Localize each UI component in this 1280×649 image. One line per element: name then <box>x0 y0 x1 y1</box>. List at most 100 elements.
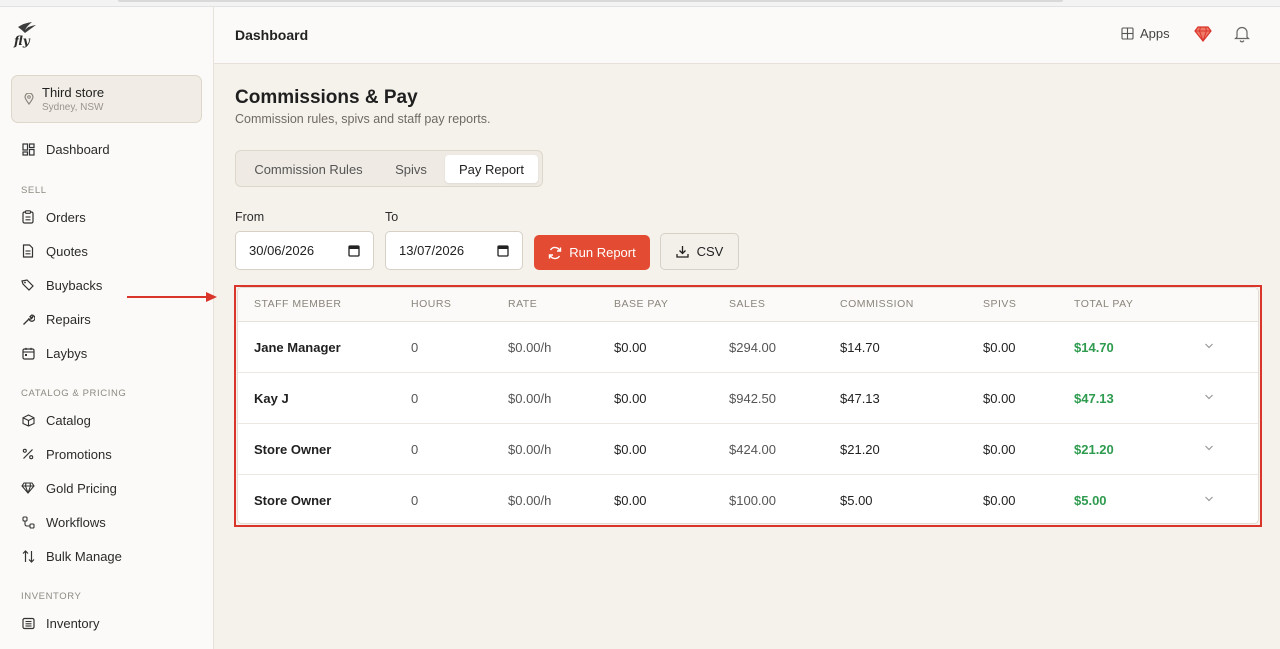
document-icon <box>21 244 35 258</box>
tags-icon <box>21 278 35 292</box>
cell-total-pay: $47.13 <box>1074 391 1114 406</box>
col-commission: COMMISSION <box>840 298 914 310</box>
cell-staff: Store Owner <box>254 493 332 508</box>
csv-export-button[interactable]: CSV <box>660 233 739 270</box>
sidebar-item-label: Orders <box>46 209 86 225</box>
sidebar-item-catalog[interactable]: Catalog <box>21 409 91 431</box>
sidebar-item-repairs[interactable]: Repairs <box>21 308 91 330</box>
calendar-picker-icon[interactable] <box>348 244 360 257</box>
sidebar-item-label: Quotes <box>46 243 88 259</box>
col-hours: HOURS <box>411 298 452 310</box>
cell-sales: $100.00 <box>729 493 776 508</box>
sidebar: fly Third store Sydney, NSW Dashboard SE… <box>0 7 214 649</box>
download-icon <box>675 246 689 258</box>
cell-base-pay: $0.00 <box>614 340 647 355</box>
sidebar-item-bulk-manage[interactable]: Bulk Manage <box>21 545 122 567</box>
to-label: To <box>385 210 399 224</box>
tab-commission-rules[interactable]: Commission Rules <box>241 155 376 183</box>
sidebar-item-inventory[interactable]: Inventory <box>21 612 99 634</box>
calendar-picker-icon[interactable] <box>497 244 509 257</box>
run-report-button[interactable]: Run Report <box>534 235 650 270</box>
cell-sales: $294.00 <box>729 340 776 355</box>
table-row[interactable]: Store Owner 0 $0.00/h $0.00 $100.00 $5.0… <box>238 475 1258 523</box>
col-total-pay: TOTAL PAY <box>1074 298 1134 310</box>
workflow-icon <box>21 515 35 529</box>
sidebar-item-gold-pricing[interactable]: Gold Pricing <box>21 477 117 499</box>
cell-staff: Kay J <box>254 391 289 406</box>
tab-bar: Commission Rules Spivs Pay Report <box>235 150 543 187</box>
header-title: Dashboard <box>235 27 309 43</box>
store-selector[interactable]: Third store Sydney, NSW <box>11 75 202 123</box>
sidebar-item-promotions[interactable]: Promotions <box>21 443 112 465</box>
cell-rate: $0.00/h <box>508 340 552 355</box>
sidebar-item-laybys[interactable]: Laybys <box>21 342 87 364</box>
sidebar-item-label: Dashboard <box>46 141 110 157</box>
cell-spivs: $0.00 <box>983 493 1016 508</box>
section-label-catalog: CATALOG & PRICING <box>21 388 127 399</box>
sidebar-item-orders[interactable]: Orders <box>21 206 86 228</box>
sidebar-item-quotes[interactable]: Quotes <box>21 240 88 262</box>
logo-text: fly <box>14 34 30 48</box>
bell-icon[interactable] <box>1234 25 1250 43</box>
cell-total-pay: $5.00 <box>1074 493 1107 508</box>
cell-staff: Jane Manager <box>254 340 341 355</box>
tab-spivs[interactable]: Spivs <box>379 155 443 183</box>
page-subtitle: Commission rules, spivs and staff pay re… <box>235 112 491 126</box>
location-pin-icon <box>24 93 34 105</box>
sidebar-item-label: Promotions <box>46 446 112 462</box>
pay-report-table: STAFF MEMBER HOURS RATE BASE PAY SALES C… <box>237 287 1259 524</box>
cell-hours: 0 <box>411 340 419 355</box>
cell-rate: $0.00/h <box>508 493 552 508</box>
archive-icon <box>21 616 35 630</box>
sidebar-item-label: Bulk Manage <box>46 548 122 564</box>
store-location: Sydney, NSW <box>42 102 104 113</box>
chevron-down-icon[interactable] <box>1204 393 1214 401</box>
table-header: STAFF MEMBER HOURS RATE BASE PAY SALES C… <box>238 288 1258 322</box>
col-base-pay: BASE PAY <box>614 298 669 310</box>
from-date-input[interactable]: 30/06/2026 <box>235 231 374 270</box>
sort-arrows-icon <box>21 549 35 563</box>
cell-hours: 0 <box>411 391 419 406</box>
browser-top-strip <box>0 0 1280 7</box>
chevron-down-icon[interactable] <box>1204 342 1214 350</box>
sidebar-item-buybacks[interactable]: Buybacks <box>21 274 102 296</box>
box-icon <box>21 413 35 427</box>
col-sales: SALES <box>729 298 766 310</box>
refresh-icon <box>549 246 562 259</box>
apps-grid-icon <box>1121 27 1134 40</box>
from-label: From <box>235 210 265 224</box>
section-label-inventory: INVENTORY <box>21 591 82 602</box>
wrench-icon <box>21 312 35 326</box>
cell-rate: $0.00/h <box>508 442 552 457</box>
cell-commission: $47.13 <box>840 391 880 406</box>
grid-icon <box>21 142 35 156</box>
annotation-arrow <box>127 292 217 302</box>
percent-icon <box>21 447 35 461</box>
cell-hours: 0 <box>411 442 419 457</box>
chevron-down-icon[interactable] <box>1204 495 1214 503</box>
cell-hours: 0 <box>411 493 419 508</box>
from-date-value: 30/06/2026 <box>249 243 315 258</box>
cell-commission: $5.00 <box>840 493 873 508</box>
page-title: Commissions & Pay <box>235 87 418 108</box>
tab-pay-report[interactable]: Pay Report <box>445 155 538 183</box>
diamond-icon <box>21 481 35 495</box>
table-row[interactable]: Kay J 0 $0.00/h $0.00 $942.50 $47.13 $0.… <box>238 373 1258 424</box>
gem-icon[interactable] <box>1194 26 1212 42</box>
sidebar-item-label: Catalog <box>46 412 91 428</box>
cell-total-pay: $14.70 <box>1074 340 1114 355</box>
sidebar-item-label: Inventory <box>46 615 100 631</box>
sidebar-item-workflows[interactable]: Workflows <box>21 511 106 533</box>
sidebar-item-dashboard[interactable]: Dashboard <box>21 138 110 160</box>
run-report-label: Run Report <box>569 245 636 260</box>
chevron-down-icon[interactable] <box>1204 444 1214 452</box>
cell-staff: Store Owner <box>254 442 332 457</box>
cell-spivs: $0.00 <box>983 391 1016 406</box>
table-row[interactable]: Store Owner 0 $0.00/h $0.00 $424.00 $21.… <box>238 424 1258 475</box>
sidebar-item-label: Repairs <box>46 311 91 327</box>
cell-base-pay: $0.00 <box>614 391 647 406</box>
sidebar-item-label: Buybacks <box>46 277 103 293</box>
apps-button[interactable]: Apps <box>1121 26 1170 41</box>
to-date-input[interactable]: 13/07/2026 <box>385 231 523 270</box>
table-row[interactable]: Jane Manager 0 $0.00/h $0.00 $294.00 $14… <box>238 322 1258 373</box>
